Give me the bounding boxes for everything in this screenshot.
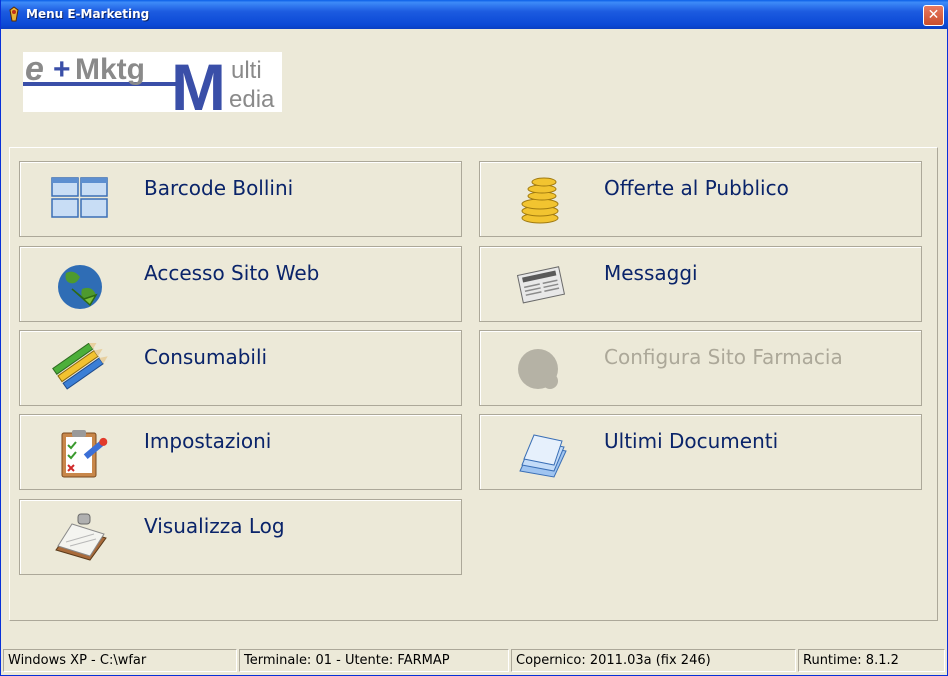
status-terminal-user: Terminale: 01 - Utente: FARMAP xyxy=(239,649,509,672)
menu-item-impostazioni[interactable]: Impostazioni xyxy=(19,414,462,490)
menu-item-label: Consumabili xyxy=(144,345,268,369)
window-title: Menu E-Marketing xyxy=(26,7,150,21)
menu-item-label: Offerte al Pubblico xyxy=(604,176,789,200)
clipboard-checklist-icon xyxy=(61,430,108,478)
status-version: Copernico: 2011.03a (fix 246) xyxy=(511,649,796,672)
menu-item-visualizza-log[interactable]: Visualizza Log xyxy=(19,499,462,575)
menu-item-label: Messaggi xyxy=(604,261,698,285)
notepad-icon xyxy=(55,513,107,561)
pencils-icon xyxy=(52,343,108,390)
svg-text:e: e xyxy=(25,52,44,88)
status-bar: Windows XP - C:\wfar Terminale: 01 - Ute… xyxy=(1,649,948,674)
svg-text:M: M xyxy=(171,52,226,112)
menu-item-accesso-sito-web[interactable]: Accesso Sito Web xyxy=(19,246,462,322)
disabled-gear-icon xyxy=(518,349,558,389)
title-bar[interactable]: Menu E-Marketing ✕ xyxy=(1,0,948,29)
menu-item-label: Ultimi Documenti xyxy=(604,429,779,453)
svg-text:ulti: ulti xyxy=(231,57,262,84)
menu-item-label: Visualizza Log xyxy=(144,514,285,538)
menu-item-configura-sito-farmacia[interactable]: Configura Sito Farmacia xyxy=(479,330,922,406)
menu-item-offerte-al-pubblico[interactable]: Offerte al Pubblico xyxy=(479,161,922,237)
menu-item-ultimi-documenti[interactable]: Ultimi Documenti xyxy=(479,414,922,490)
svg-text:Mktg: Mktg xyxy=(75,53,145,86)
globe-icon xyxy=(58,265,102,309)
svg-text:+: + xyxy=(53,53,71,86)
menu-item-label: Impostazioni xyxy=(144,429,272,453)
menu-item-label: Configura Sito Farmacia xyxy=(604,345,843,369)
menu-item-messaggi[interactable]: Messaggi xyxy=(479,246,922,322)
app-icon xyxy=(9,6,19,22)
logo: e + Mktg M ulti edia xyxy=(23,50,282,124)
svg-text:edia: edia xyxy=(229,86,275,112)
newspaper-icon xyxy=(516,266,566,304)
main-window: Menu E-Marketing ✕ e + Mktg M ulti edia xyxy=(0,0,948,676)
grid-icon xyxy=(51,177,108,218)
menu-item-label: Barcode Bollini xyxy=(144,176,294,200)
menu-item-barcode-bollini[interactable]: Barcode Bollini xyxy=(19,161,462,237)
status-os-path: Windows XP - C:\wfar xyxy=(3,649,237,672)
menu-item-label: Accesso Sito Web xyxy=(144,261,320,285)
close-icon: ✕ xyxy=(927,7,940,23)
close-button[interactable]: ✕ xyxy=(923,5,944,26)
coins-icon xyxy=(521,177,559,224)
documents-stack-icon xyxy=(519,434,567,478)
menu-item-consumabili[interactable]: Consumabili xyxy=(19,330,462,406)
status-runtime: Runtime: 8.1.2 xyxy=(798,649,945,672)
